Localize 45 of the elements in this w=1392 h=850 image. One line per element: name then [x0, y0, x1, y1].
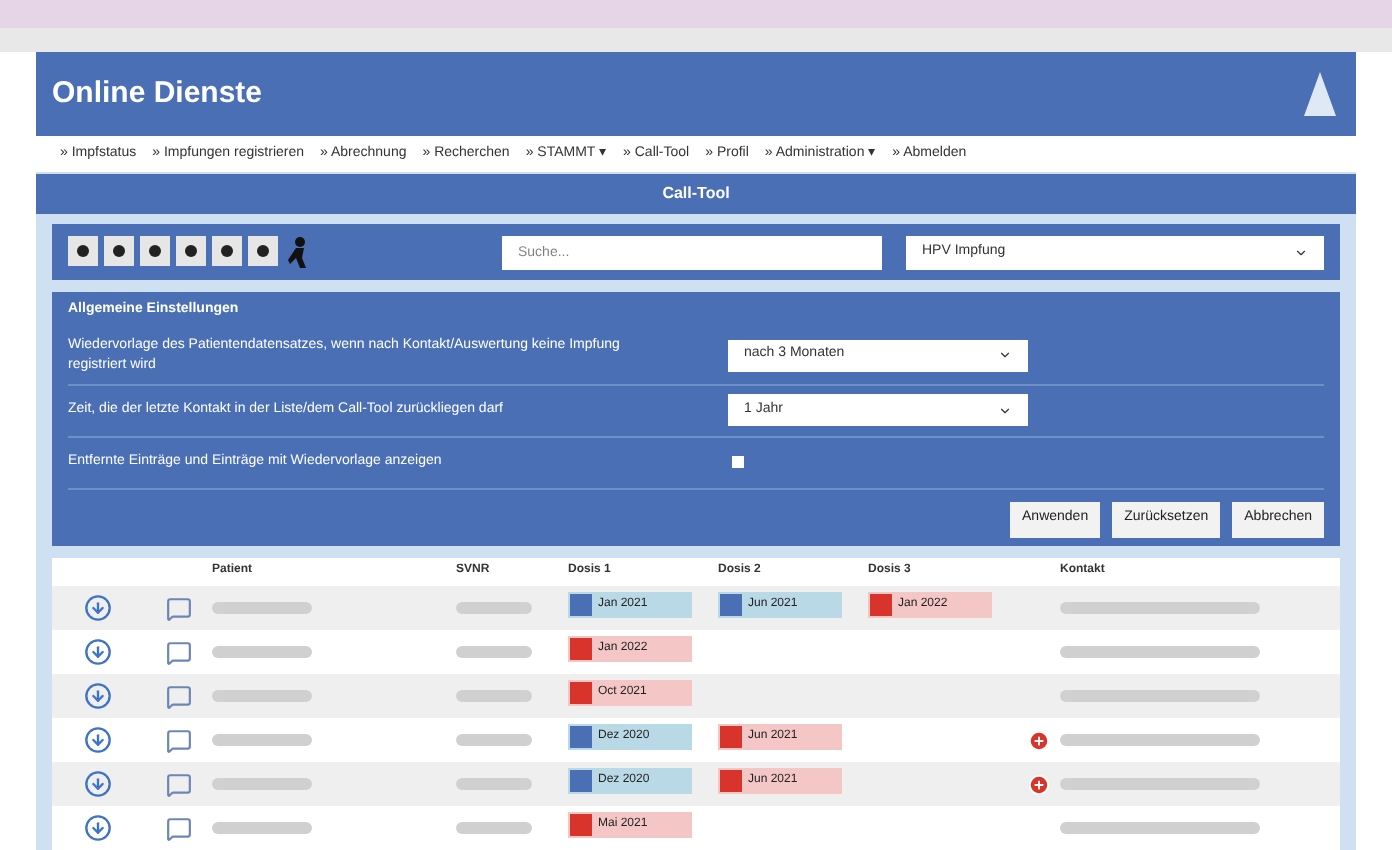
dot-icon [256, 243, 270, 257]
dot-icon [148, 243, 162, 257]
redacted-text [212, 822, 312, 834]
add-icon[interactable] [1028, 729, 1050, 751]
download-icon[interactable] [84, 638, 112, 666]
page-title: Call-Tool [662, 182, 730, 206]
redacted-text [456, 690, 532, 702]
download-icon[interactable] [84, 770, 112, 798]
redacted-text [456, 822, 532, 834]
figure-icon[interactable] [284, 235, 312, 269]
download-icon[interactable] [84, 594, 112, 622]
tool-button[interactable] [248, 235, 278, 265]
tool-button[interactable] [104, 235, 134, 265]
checkbox[interactable] [732, 456, 744, 468]
chevron-down-icon [998, 403, 1012, 417]
redacted-text [212, 646, 312, 658]
dot-icon [220, 243, 234, 257]
download-icon[interactable] [84, 814, 112, 842]
redacted-text [212, 734, 312, 746]
redacted-text [212, 690, 312, 702]
redacted-text [456, 778, 532, 790]
dot-icon [112, 243, 126, 257]
tool-button[interactable] [68, 235, 98, 265]
redacted-text [456, 734, 532, 746]
redacted-text [456, 646, 532, 658]
redacted-text [456, 602, 532, 614]
tool-button[interactable] [212, 235, 242, 265]
message-icon[interactable] [165, 595, 191, 621]
tool-button[interactable] [176, 235, 206, 265]
dot-icon [184, 243, 198, 257]
site-title: Online Dienste [52, 73, 263, 114]
dot-icon [76, 243, 90, 257]
chevron-down-icon [1294, 245, 1308, 259]
message-icon[interactable] [165, 771, 191, 797]
add-icon[interactable] [1028, 773, 1050, 795]
message-icon[interactable] [165, 639, 191, 665]
tool-button[interactable] [140, 235, 170, 265]
chevron-down-icon [998, 348, 1012, 362]
download-icon[interactable] [84, 726, 112, 754]
message-icon[interactable] [165, 683, 191, 709]
redacted-text [212, 602, 312, 614]
message-icon[interactable] [165, 815, 191, 841]
redacted-text [212, 778, 312, 790]
download-icon[interactable] [84, 682, 112, 710]
message-icon[interactable] [165, 727, 191, 753]
